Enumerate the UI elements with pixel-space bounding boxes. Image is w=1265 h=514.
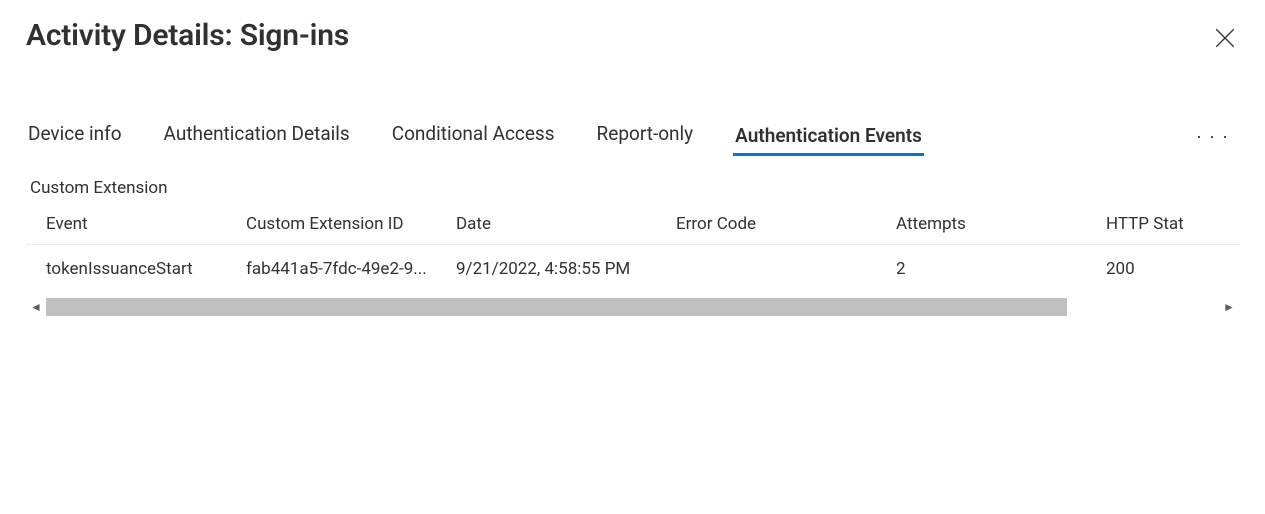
activity-details-panel: Activity Details: Sign-ins Device info A… [0,0,1265,514]
tab-report-only[interactable]: Report-only [595,116,696,156]
column-header-http-stat[interactable]: HTTP Stat [1106,214,1239,234]
tab-conditional-access[interactable]: Conditional Access [390,116,557,156]
tab-authentication-details[interactable]: Authentication Details [162,116,352,156]
column-header-attempts[interactable]: Attempts [896,214,1106,234]
cell-attempts: 2 [896,259,1106,279]
page-title: Activity Details: Sign-ins [26,18,349,53]
table-header-row: Event Custom Extension ID Date Error Cod… [26,206,1239,245]
tabs: Device info Authentication Details Condi… [26,116,924,156]
tab-device-info[interactable]: Device info [26,116,124,156]
scroll-track[interactable] [46,298,1219,316]
table-row[interactable]: tokenIssuanceStart fab441a5-7fdc-49e2-9.… [26,245,1239,293]
scroll-left-arrow-icon[interactable]: ◄ [26,297,46,317]
cell-date: 9/21/2022, 4:58:55 PM [456,259,676,279]
scroll-right-arrow-icon[interactable]: ► [1219,297,1239,317]
column-header-event[interactable]: Event [26,214,246,234]
scroll-thumb[interactable] [46,298,1067,316]
column-header-date[interactable]: Date [456,214,676,234]
ellipsis-icon: · · · [1196,126,1229,146]
header-row: Activity Details: Sign-ins [26,10,1239,56]
cell-error-code [676,259,896,279]
tab-authentication-events[interactable]: Authentication Events [733,122,924,156]
tab-authentication-events-highlight: Authentication Events [733,122,924,156]
horizontal-scrollbar[interactable]: ◄ ► [26,297,1239,317]
close-icon [1215,28,1235,48]
tabs-row: Device info Authentication Details Condi… [26,116,1239,156]
cell-custom-extension-id: fab441a5-7fdc-49e2-9... [246,259,456,279]
section-label-custom-extension: Custom Extension [30,178,1239,198]
cell-event: tokenIssuanceStart [26,259,246,279]
cell-http-stat: 200 [1106,259,1239,279]
close-button[interactable] [1207,20,1243,56]
column-header-custom-extension-id[interactable]: Custom Extension ID [246,214,456,234]
overflow-menu-button[interactable]: · · · [1190,121,1235,151]
events-table: Event Custom Extension ID Date Error Cod… [26,206,1239,317]
column-header-error-code[interactable]: Error Code [676,214,896,234]
